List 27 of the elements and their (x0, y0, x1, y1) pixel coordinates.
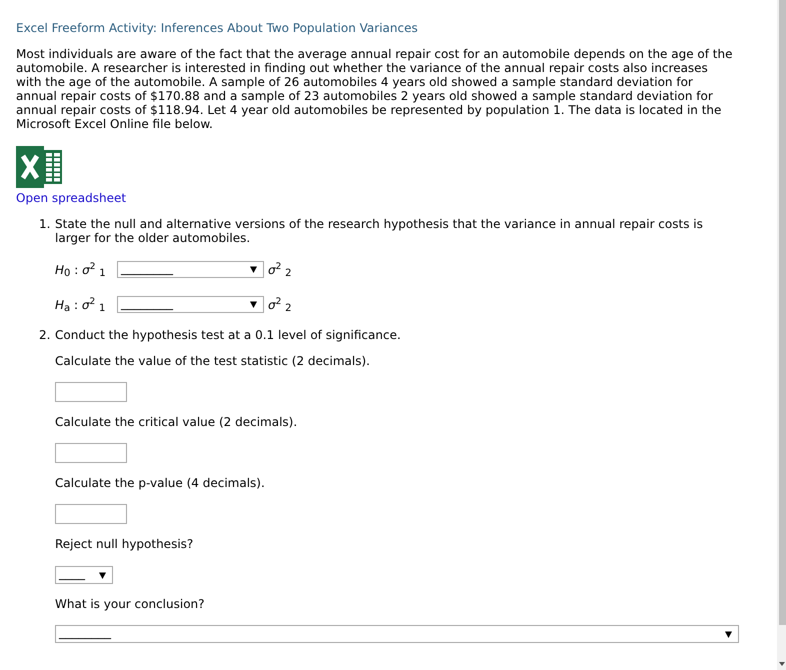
activity-title: Excel Freeform Activity: Inferences About Two Population Variances (16, 21, 418, 35)
question-number: 2. (39, 328, 52, 344)
question-text: State the null and alternative versions of the research hypothesis that the variance in annual repair costs is larger for the older automobiles. (55, 217, 704, 245)
answer-field[interactable] (55, 504, 127, 524)
spreadsheet-icon (16, 146, 63, 188)
dropdown-arrow-icon (250, 266, 257, 273)
hypothesis-select[interactable]: ________ (117, 261, 264, 278)
scrollbar-thumb[interactable] (779, 0, 786, 625)
hypothesis-select[interactable]: ________ (117, 296, 264, 313)
step-prompt: What is your conclusion? (55, 597, 205, 611)
question-number: 1. (39, 217, 52, 233)
scrollbar[interactable] (777, 0, 786, 670)
step-prompt: Calculate the value of the test statistic (2 decimals). (55, 354, 370, 368)
step-prompt: Reject null hypothesis? (55, 537, 194, 551)
conclusion-select[interactable]: ________ (55, 625, 739, 643)
answer-field[interactable] (55, 382, 127, 402)
step-prompt: Calculate the critical value (2 decimals). (55, 415, 298, 429)
question-text: Conduct the hypothesis test at a 0.1 level of significance. (55, 328, 401, 342)
dropdown-arrow-icon (725, 630, 732, 638)
step-prompt: Calculate the p-value (4 decimals). (55, 476, 265, 490)
answer-select[interactable]: ____ (55, 566, 113, 584)
dropdown-arrow-icon (99, 572, 106, 578)
dropdown-arrow-icon (250, 301, 257, 308)
problem-statement: Most individuals are aware of the fact that the average annual repair cost for an automobile depends on the age of the automobile. A researcher is interested in finding out whether the variance of the annual repair costs also increases with the age of the automobile. A sample of 26 automobiles 4 years old showed a sample standard deviation for annual repair costs of $170.88 and a sample of 23 automobiles 2 years old showed a sample standard deviation for annual repair costs of $118.94. Let 4 year old automobiles be represented by population 1. The data is located in the Microsoft Excel Online file below. (16, 47, 734, 131)
answer-field[interactable] (55, 443, 127, 463)
open-spreadsheet-link[interactable]: Open spreadsheet (16, 191, 126, 205)
scroll-down-arrow-icon[interactable] (779, 662, 785, 666)
